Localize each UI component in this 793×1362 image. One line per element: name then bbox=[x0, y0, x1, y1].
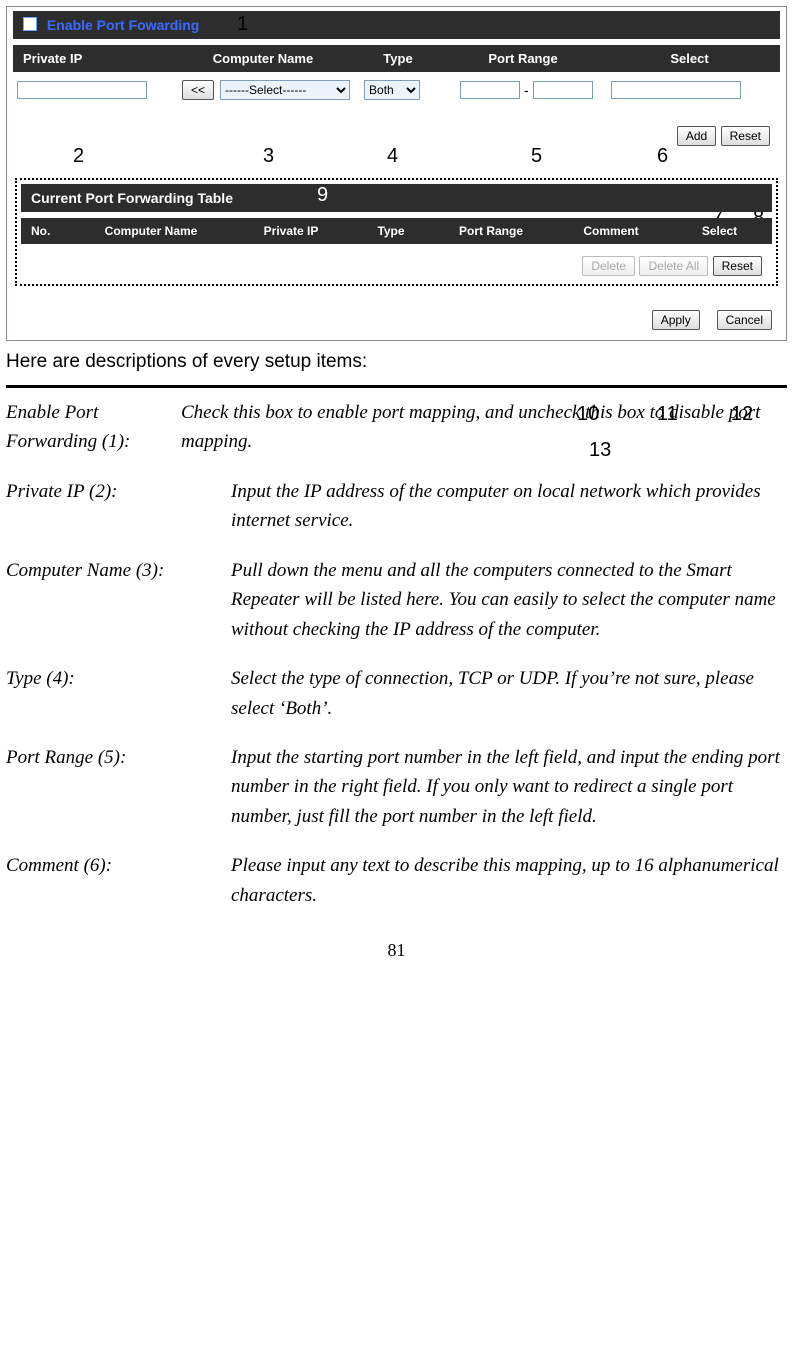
definition-term: Type (4): bbox=[6, 664, 201, 723]
col-select: Select bbox=[603, 51, 776, 66]
tcol-type: Type bbox=[351, 224, 431, 238]
callout-3: 3 bbox=[263, 145, 274, 168]
definition-term: Comment (6): bbox=[6, 851, 201, 910]
enable-checkbox[interactable] bbox=[23, 17, 37, 31]
definition-desc: Check this box to enable port mapping, a… bbox=[181, 398, 787, 457]
description-intro: Here are descriptions of every setup ite… bbox=[6, 351, 787, 373]
col-private-ip: Private IP bbox=[17, 51, 173, 66]
callout-5: 5 bbox=[531, 145, 542, 168]
callout-13: 13 bbox=[589, 439, 611, 462]
private-ip-input[interactable] bbox=[17, 81, 147, 99]
copy-ip-button[interactable]: << bbox=[182, 80, 214, 100]
definition-desc: Input the starting port number in the le… bbox=[201, 743, 787, 831]
callout-6: 6 bbox=[657, 145, 668, 168]
tcol-computer-name: Computer Name bbox=[71, 224, 231, 238]
comment-input[interactable] bbox=[611, 81, 741, 99]
table-btn-row: Delete Delete All Reset bbox=[21, 250, 772, 280]
callout-9: 9 bbox=[317, 184, 328, 207]
apply-button[interactable]: Apply bbox=[652, 310, 700, 330]
col-port-range: Port Range bbox=[443, 51, 603, 66]
definition-row: Private IP (2):Input the IP address of t… bbox=[6, 477, 787, 536]
col-computer-name: Computer Name bbox=[173, 51, 353, 66]
enable-bar: Enable Port Fowarding bbox=[13, 11, 780, 39]
delete-button[interactable]: Delete bbox=[582, 256, 635, 276]
page-number: 81 bbox=[6, 940, 787, 961]
callout-2: 2 bbox=[73, 145, 84, 168]
table-title-bar: Current Port Forwarding Table bbox=[21, 184, 772, 212]
tcol-comment: Comment bbox=[551, 224, 671, 238]
table-header: No. Computer Name Private IP Type Port R… bbox=[21, 218, 772, 244]
col-type: Type bbox=[353, 51, 443, 66]
callout-4: 4 bbox=[387, 145, 398, 168]
tcol-port-range: Port Range bbox=[431, 224, 551, 238]
port-start-input[interactable] bbox=[460, 81, 520, 99]
definition-term: Enable Port Forwarding (1): bbox=[6, 398, 181, 457]
definition-row: Comment (6):Please input any text to des… bbox=[6, 851, 787, 910]
cancel-button[interactable]: Cancel bbox=[717, 310, 772, 330]
add-button[interactable]: Add bbox=[677, 126, 716, 146]
definition-row: Computer Name (3):Pull down the menu and… bbox=[6, 556, 787, 644]
definitions-list: Enable Port Forwarding (1):Check this bo… bbox=[6, 398, 787, 910]
type-select[interactable]: Both bbox=[364, 80, 420, 100]
tcol-select: Select bbox=[671, 224, 768, 238]
computer-name-select[interactable]: ------Select------ bbox=[220, 80, 350, 100]
forwarding-table-box: Current Port Forwarding Table 9 No. Comp… bbox=[15, 178, 778, 286]
definition-desc: Select the type of connection, TCP or UD… bbox=[201, 664, 787, 723]
tcol-private-ip: Private IP bbox=[231, 224, 351, 238]
callout-10: 10 bbox=[577, 403, 599, 426]
definition-desc: Pull down the menu and all the computers… bbox=[201, 556, 787, 644]
port-dash: - bbox=[520, 82, 533, 98]
callout-12: 12 bbox=[731, 403, 753, 426]
reset-button[interactable]: Reset bbox=[721, 126, 770, 146]
definition-term: Port Range (5): bbox=[6, 743, 201, 831]
delete-all-button[interactable]: Delete All bbox=[639, 256, 708, 276]
callout-11: 11 bbox=[657, 403, 678, 426]
input-header: Private IP Computer Name Type Port Range… bbox=[13, 45, 780, 72]
definition-row: Port Range (5):Input the starting port n… bbox=[6, 743, 787, 831]
port-end-input[interactable] bbox=[533, 81, 593, 99]
definition-row: Type (4):Select the type of connection, … bbox=[6, 664, 787, 723]
definition-desc: Input the IP address of the computer on … bbox=[201, 477, 787, 536]
table-title: Current Port Forwarding Table bbox=[31, 190, 233, 206]
definition-term: Private IP (2): bbox=[6, 477, 201, 536]
input-row: << ------Select------ Both - bbox=[13, 72, 780, 102]
config-panel: Enable Port Fowarding 1 Private IP Compu… bbox=[6, 6, 787, 341]
tcol-no: No. bbox=[25, 224, 71, 238]
footer-btn-row: Apply Cancel bbox=[13, 304, 780, 330]
definition-term: Computer Name (3): bbox=[6, 556, 201, 644]
reset-table-button[interactable]: Reset bbox=[713, 256, 762, 276]
callout-1: 1 bbox=[237, 13, 248, 36]
divider bbox=[6, 385, 787, 388]
enable-label: Enable Port Fowarding bbox=[47, 17, 199, 33]
definition-desc: Please input any text to describe this m… bbox=[201, 851, 787, 910]
